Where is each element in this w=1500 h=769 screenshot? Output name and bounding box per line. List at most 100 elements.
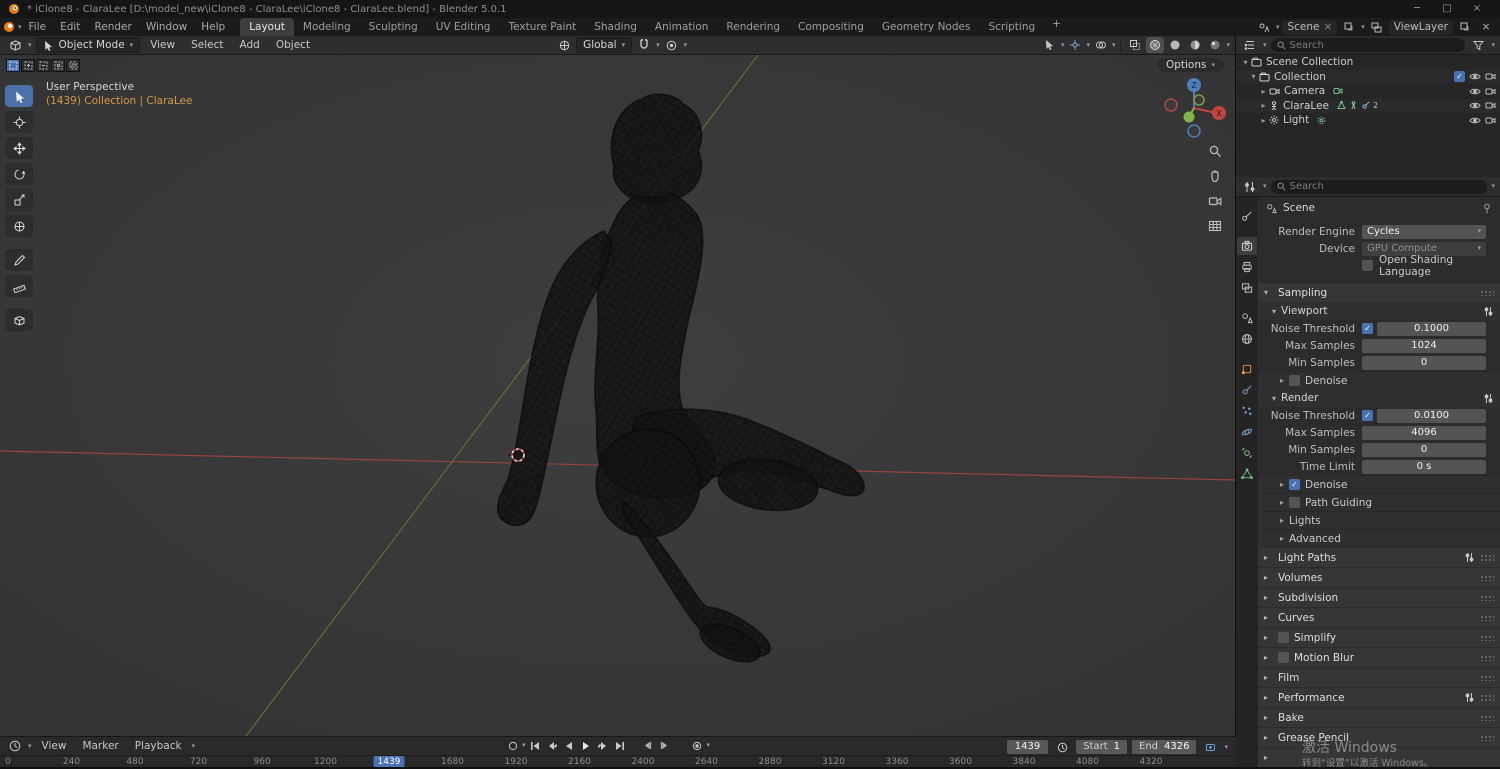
path-guiding-checkbox[interactable] bbox=[1289, 497, 1300, 508]
osl-checkbox[interactable] bbox=[1362, 260, 1373, 271]
tool-add-cube[interactable] bbox=[5, 309, 33, 331]
shading-wireframe-icon[interactable] bbox=[1146, 37, 1164, 53]
subpanel-path-guiding[interactable]: ▸ Path Guiding bbox=[1258, 493, 1500, 511]
selectability-caret[interactable]: ▾ bbox=[1061, 42, 1065, 49]
snap-caret[interactable]: ▾ bbox=[656, 42, 660, 49]
workspace-tab-shading[interactable]: Shading bbox=[585, 18, 646, 36]
disable-render-icon[interactable] bbox=[1485, 116, 1496, 125]
viewport-3d[interactable]: User Perspective (1439) Collection | Cla… bbox=[0, 55, 1236, 736]
outliner-label[interactable]: Collection bbox=[1274, 71, 1326, 83]
vp-denoise-subpanel[interactable]: ▸ Denoise bbox=[1258, 371, 1500, 389]
scene-selector[interactable]: Scene × bbox=[1282, 20, 1337, 35]
panel-volumes[interactable]: ▸Volumes bbox=[1258, 568, 1500, 587]
gizmos-caret[interactable]: ▾ bbox=[1086, 42, 1090, 49]
panel-curves[interactable]: ▸Curves bbox=[1258, 608, 1500, 627]
panel-grip[interactable] bbox=[1480, 554, 1494, 561]
timeline-menu-view[interactable]: View bbox=[36, 740, 73, 752]
playback-caret[interactable]: ▾ bbox=[192, 743, 196, 750]
outliner-label[interactable]: Scene Collection bbox=[1266, 56, 1353, 68]
hide-eye-icon[interactable] bbox=[1469, 101, 1481, 110]
tab-particles[interactable] bbox=[1237, 402, 1257, 420]
shading-rendered-icon[interactable] bbox=[1206, 37, 1224, 53]
properties-search[interactable] bbox=[1271, 180, 1488, 194]
tab-modifiers[interactable] bbox=[1237, 381, 1257, 399]
overlays-toggle-icon[interactable] bbox=[1092, 37, 1110, 53]
r-noise-threshold-field[interactable]: 0.0100 bbox=[1377, 409, 1486, 423]
motion-blur-checkbox[interactable] bbox=[1278, 652, 1289, 663]
workspace-tab-animation[interactable]: Animation bbox=[646, 18, 718, 36]
timeline-ruler[interactable]: 1439 02404807209601200168019202160240026… bbox=[0, 755, 1236, 767]
panel-light-paths[interactable]: ▸Light Paths bbox=[1258, 548, 1500, 567]
tab-scene[interactable] bbox=[1237, 309, 1257, 327]
panel-film[interactable]: ▸Film bbox=[1258, 668, 1500, 687]
gizmos-toggle-icon[interactable] bbox=[1066, 37, 1084, 53]
tool-rotate[interactable] bbox=[5, 163, 33, 185]
end-frame-field[interactable]: End 4326 bbox=[1132, 740, 1196, 754]
panel-grip[interactable] bbox=[1480, 694, 1494, 701]
keying-caret[interactable]: ▾ bbox=[522, 742, 526, 749]
panel-grip[interactable] bbox=[1480, 289, 1494, 296]
mesh-data-icon[interactable] bbox=[1337, 101, 1346, 110]
outliner-editor-icon[interactable] bbox=[1241, 37, 1259, 53]
options-dropdown[interactable]: Options ▾ bbox=[1157, 58, 1224, 72]
workspace-tab-compositing[interactable]: Compositing bbox=[789, 18, 873, 36]
shading-solid-icon[interactable] bbox=[1166, 37, 1184, 53]
tool-cursor[interactable] bbox=[5, 111, 33, 133]
hide-eye-icon[interactable] bbox=[1469, 116, 1481, 125]
preset-sliders-icon[interactable] bbox=[1483, 306, 1494, 317]
hide-eye-icon[interactable] bbox=[1469, 72, 1481, 81]
viewport-menu-object[interactable]: Object bbox=[270, 39, 316, 51]
transform-orientation-icon[interactable] bbox=[555, 37, 573, 53]
menu-help[interactable]: Help bbox=[194, 18, 232, 36]
panel-grip[interactable] bbox=[1480, 654, 1494, 661]
new-scene-icon[interactable] bbox=[1340, 19, 1358, 35]
tool-transform[interactable] bbox=[5, 215, 33, 237]
r-min-samples-field[interactable]: 0 bbox=[1362, 443, 1486, 457]
current-frame-field[interactable]: 1439 bbox=[1007, 740, 1048, 754]
tool-measure[interactable] bbox=[5, 275, 33, 297]
blender-menu-icon[interactable] bbox=[0, 19, 18, 35]
viewport-menu-select[interactable]: Select bbox=[185, 39, 229, 51]
disable-render-icon[interactable] bbox=[1485, 101, 1496, 110]
orientation-dropdown[interactable]: Global ▾ bbox=[576, 37, 632, 53]
panel-grip[interactable] bbox=[1480, 674, 1494, 681]
properties-options-caret[interactable]: ▾ bbox=[1491, 183, 1495, 190]
timeline-editor-icon[interactable] bbox=[6, 738, 24, 754]
vp-denoise-checkbox[interactable] bbox=[1289, 375, 1300, 386]
next-keyframe-button[interactable] bbox=[596, 738, 611, 753]
subpanel-render[interactable]: ▾ Render bbox=[1258, 389, 1500, 407]
camera-view-icon[interactable] bbox=[1205, 191, 1225, 211]
navigation-gizmo[interactable]: Z X bbox=[1162, 75, 1226, 139]
panel-grip[interactable] bbox=[1480, 594, 1494, 601]
selectability-visibility-icon[interactable] bbox=[1041, 37, 1059, 53]
properties-editor-icon[interactable] bbox=[1241, 179, 1259, 195]
tab-object[interactable] bbox=[1237, 360, 1257, 378]
pin-icon[interactable] bbox=[1482, 203, 1492, 214]
gizmo-x-negative[interactable] bbox=[1165, 99, 1177, 111]
tab-object-data[interactable] bbox=[1237, 465, 1257, 483]
camera-data-icon[interactable] bbox=[1333, 87, 1343, 95]
outliner-options-caret[interactable]: ▾ bbox=[1491, 42, 1495, 49]
select-mode-intersect[interactable] bbox=[66, 59, 80, 72]
preset-sliders-icon[interactable] bbox=[1464, 552, 1475, 563]
menu-window[interactable]: Window bbox=[139, 18, 194, 36]
mode-dropdown[interactable]: Object Mode ▾ bbox=[36, 37, 141, 53]
modifier-data-icon[interactable] bbox=[1361, 101, 1370, 110]
scene-browse-icon[interactable] bbox=[1255, 19, 1273, 35]
tab-tool[interactable] bbox=[1237, 207, 1257, 225]
tool-annotate[interactable] bbox=[5, 249, 33, 271]
timeline-menu-playback[interactable]: Playback bbox=[129, 740, 188, 752]
preset-sliders-icon[interactable] bbox=[1483, 393, 1494, 404]
panel-performance[interactable]: ▸Performance bbox=[1258, 688, 1500, 707]
pan-hand-icon[interactable] bbox=[1205, 166, 1225, 186]
outliner-row-scene-collection[interactable]: ▾ Scene Collection bbox=[1236, 55, 1500, 70]
tab-physics[interactable] bbox=[1237, 423, 1257, 441]
xray-toggle-icon[interactable] bbox=[1126, 37, 1144, 53]
subpanel-advanced[interactable]: ▸ Advanced bbox=[1258, 529, 1500, 547]
workspace-tab-texture-paint[interactable]: Texture Paint bbox=[499, 18, 585, 36]
hide-eye-icon[interactable] bbox=[1469, 87, 1481, 96]
jump-to-start-button[interactable] bbox=[528, 738, 543, 753]
vp-noise-threshold-checkbox[interactable]: ✓ bbox=[1362, 323, 1373, 334]
outliner-row-camera[interactable]: ▸ Camera bbox=[1236, 84, 1500, 99]
viewlayer-icon[interactable] bbox=[1368, 19, 1386, 35]
